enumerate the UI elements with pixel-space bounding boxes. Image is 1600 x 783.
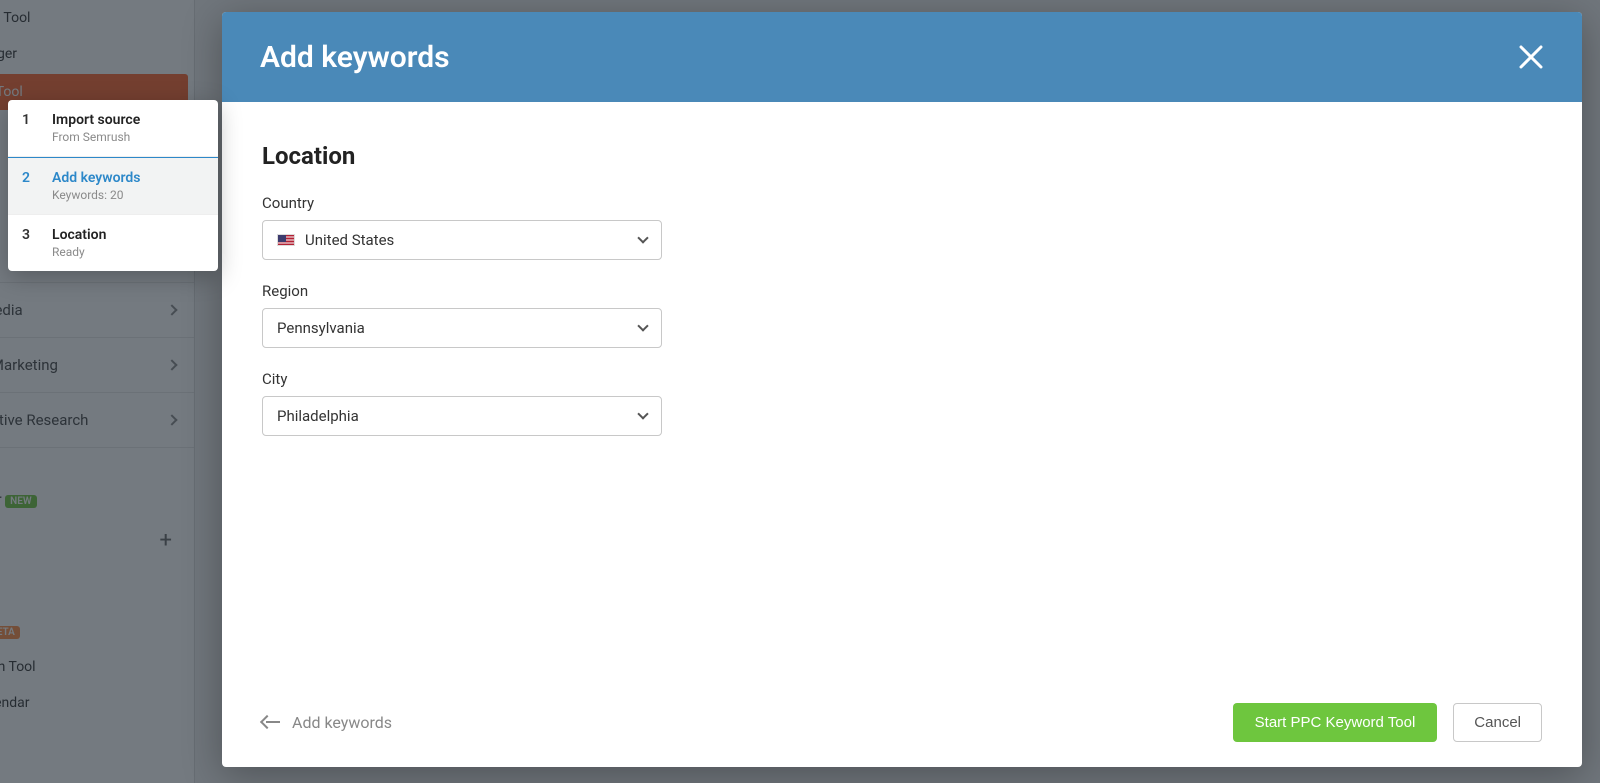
country-field: Country United States — [262, 194, 1542, 260]
add-keywords-modal: Add keywords Location Country United Sta… — [222, 12, 1582, 767]
step-title: Add keywords — [52, 170, 140, 186]
region-field: Region Pennsylvania — [262, 282, 1542, 348]
start-ppc-keyword-tool-button[interactable]: Start PPC Keyword Tool — [1233, 703, 1438, 742]
step-import-source[interactable]: 1 Import source From Semrush — [8, 100, 218, 157]
modal-header: Add keywords — [222, 12, 1582, 102]
city-select[interactable]: Philadelphia — [262, 396, 662, 436]
cancel-button[interactable]: Cancel — [1453, 703, 1542, 742]
region-label: Region — [262, 282, 1542, 300]
back-label: Add keywords — [292, 713, 392, 732]
back-add-keywords[interactable]: Add keywords — [262, 713, 392, 732]
city-value: Philadelphia — [277, 407, 359, 425]
wizard-stepper: 1 Import source From Semrush 2 Add keywo… — [8, 100, 218, 271]
modal-footer: Add keywords Start PPC Keyword Tool Canc… — [222, 677, 1582, 767]
step-title: Location — [52, 227, 106, 243]
city-label: City — [262, 370, 1542, 388]
chevron-down-icon — [637, 408, 648, 419]
step-number: 3 — [22, 227, 38, 259]
step-title: Import source — [52, 112, 140, 128]
region-select[interactable]: Pennsylvania — [262, 308, 662, 348]
chevron-down-icon — [637, 232, 648, 243]
step-sub: Keywords: 20 — [52, 188, 140, 202]
chevron-down-icon — [637, 320, 648, 331]
us-flag-icon — [277, 234, 295, 246]
step-sub: Ready — [52, 245, 106, 259]
step-number: 2 — [22, 170, 38, 202]
close-icon[interactable] — [1518, 44, 1544, 70]
region-value: Pennsylvania — [277, 319, 365, 337]
country-label: Country — [262, 194, 1542, 212]
arrow-left-icon — [262, 717, 280, 727]
step-location[interactable]: 3 Location Ready — [8, 215, 218, 271]
step-add-keywords[interactable]: 2 Add keywords Keywords: 20 — [8, 158, 218, 215]
country-select[interactable]: United States — [262, 220, 662, 260]
step-sub: From Semrush — [52, 130, 140, 144]
city-field: City Philadelphia — [262, 370, 1542, 436]
location-section-title: Location — [262, 142, 1542, 170]
modal-body: Location Country United States Region Pe… — [222, 102, 1582, 436]
modal-title: Add keywords — [260, 40, 450, 75]
step-number: 1 — [22, 112, 38, 144]
country-value: United States — [305, 231, 394, 249]
